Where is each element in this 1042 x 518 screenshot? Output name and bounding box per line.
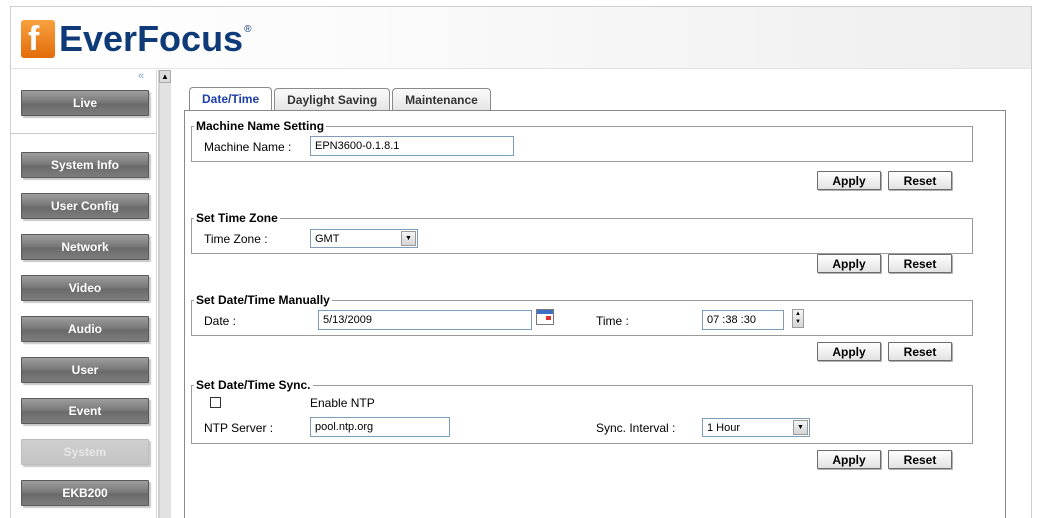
sync-interval-select[interactable]: 1 Hour ▼ xyxy=(702,418,810,437)
time-zone-apply-button[interactable]: Apply xyxy=(817,254,881,273)
sidebar-item-video[interactable]: Video xyxy=(21,275,149,301)
tab-bar: Date/Time Daylight Saving Maintenance xyxy=(189,87,493,110)
registered-mark: ® xyxy=(244,24,252,35)
tab-panel: Machine Name Setting Machine Name : Appl… xyxy=(184,110,1006,518)
sidebar-item-live[interactable]: Live xyxy=(21,90,149,116)
time-input[interactable] xyxy=(702,310,784,330)
date-label: Date : xyxy=(204,314,237,328)
manual-datetime-reset-button[interactable]: Reset xyxy=(888,342,952,361)
header: f EverFocus ® xyxy=(11,7,1031,69)
sync-apply-button[interactable]: Apply xyxy=(817,450,881,469)
enable-ntp-checkbox[interactable] xyxy=(210,397,221,408)
spin-up-icon[interactable]: ▲ xyxy=(795,311,801,317)
ntp-server-label: NTP Server : xyxy=(204,421,274,435)
time-zone-legend: Set Time Zone xyxy=(196,211,278,225)
time-zone-reset-button[interactable]: Reset xyxy=(888,254,952,273)
manual-datetime-group: Set Date/Time Manually Date : Time : ▲ ▼ xyxy=(191,293,973,336)
time-zone-value: GMT xyxy=(315,232,340,245)
app-window: f EverFocus ® « Live System Info User Co… xyxy=(10,6,1032,518)
sync-group: Set Date/Time Sync. Enable NTP NTP Serve… xyxy=(191,378,973,444)
machine-name-reset-button[interactable]: Reset xyxy=(888,171,952,190)
chevron-down-icon[interactable]: ▼ xyxy=(793,420,808,435)
machine-name-group: Machine Name Setting Machine Name : xyxy=(191,119,973,162)
collapse-sidebar-icon[interactable]: « xyxy=(138,70,144,82)
sync-reset-button[interactable]: Reset xyxy=(888,450,952,469)
sidebar: « Live System Info User Config Network V… xyxy=(11,70,157,518)
tab-daylight-saving[interactable]: Daylight Saving xyxy=(274,88,391,110)
machine-name-apply-button[interactable]: Apply xyxy=(817,171,881,190)
sidebar-scrollbar[interactable]: ▲ xyxy=(158,70,171,518)
sidebar-item-network[interactable]: Network xyxy=(21,234,149,260)
sidebar-item-system-info[interactable]: System Info xyxy=(21,152,149,178)
logo-text: EverFocus xyxy=(59,18,244,59)
sidebar-item-audio[interactable]: Audio xyxy=(21,316,149,342)
sync-interval-label: Sync. Interval : xyxy=(596,421,676,435)
sync-legend: Set Date/Time Sync. xyxy=(196,378,311,392)
machine-name-legend: Machine Name Setting xyxy=(196,119,325,133)
manual-datetime-legend: Set Date/Time Manually xyxy=(196,293,330,307)
tab-maintenance[interactable]: Maintenance xyxy=(392,88,491,110)
machine-name-label: Machine Name : xyxy=(204,140,292,154)
main-content: Date/Time Daylight Saving Maintenance Ma… xyxy=(172,70,1031,518)
date-input[interactable] xyxy=(318,310,532,330)
time-zone-select[interactable]: GMT ▼ xyxy=(310,229,418,248)
chevron-down-icon[interactable]: ▼ xyxy=(401,231,416,246)
ntp-server-input[interactable] xyxy=(310,417,450,437)
scroll-up-arrow-icon[interactable]: ▲ xyxy=(159,70,171,83)
tab-date-time[interactable]: Date/Time xyxy=(189,87,273,110)
sidebar-item-user-config[interactable]: User Config xyxy=(21,193,149,219)
spin-down-icon[interactable]: ▼ xyxy=(795,319,801,325)
sidebar-item-system[interactable]: System xyxy=(21,439,149,465)
time-spinner[interactable]: ▲ ▼ xyxy=(792,309,804,328)
sync-interval-value: 1 Hour xyxy=(707,421,741,434)
sidebar-item-user[interactable]: User xyxy=(21,357,149,383)
logo-icon: f xyxy=(21,20,55,58)
everfocus-logo: f EverFocus ® xyxy=(21,18,251,60)
time-zone-label: Time Zone : xyxy=(204,232,268,246)
sidebar-item-event[interactable]: Event xyxy=(21,398,149,424)
sidebar-divider xyxy=(11,133,157,134)
sidebar-item-ekb200[interactable]: EKB200 xyxy=(21,480,149,506)
machine-name-input[interactable] xyxy=(310,136,514,156)
manual-datetime-apply-button[interactable]: Apply xyxy=(817,342,881,361)
calendar-icon[interactable] xyxy=(536,309,554,325)
enable-ntp-label: Enable NTP xyxy=(310,396,375,410)
time-zone-group: Set Time Zone Time Zone : GMT ▼ xyxy=(191,211,973,254)
time-label: Time : xyxy=(596,314,629,328)
scroll-thumb[interactable] xyxy=(159,83,171,518)
